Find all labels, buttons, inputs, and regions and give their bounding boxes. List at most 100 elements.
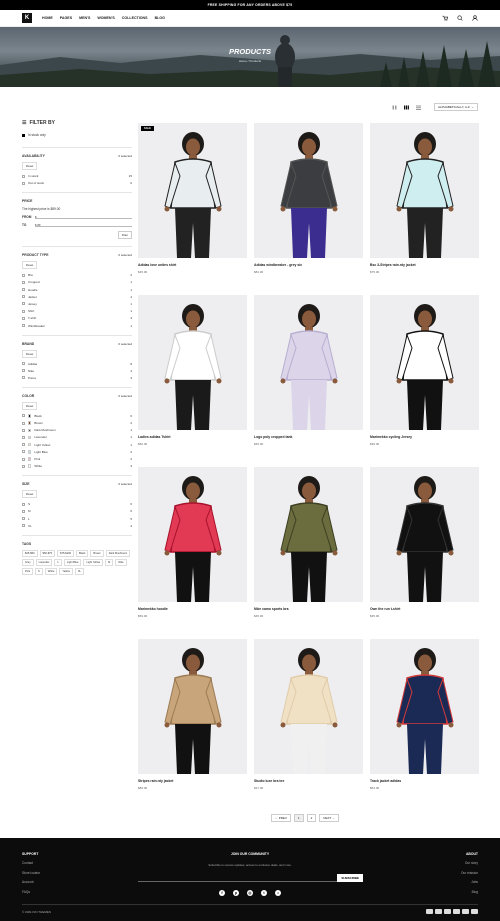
tag-chip[interactable]: $50-$75	[39, 549, 56, 557]
footer-link-store-locator[interactable]: Store locator	[22, 871, 40, 875]
tag-chip[interactable]: Light Blue	[63, 558, 82, 566]
reset-button[interactable]: Reset	[22, 490, 38, 499]
reset-button[interactable]: Reset	[22, 401, 38, 410]
checkbox[interactable]	[22, 174, 25, 178]
subscribe-button[interactable]: SUBSCRIBE	[337, 874, 363, 882]
twitter-icon[interactable]: t	[261, 890, 267, 896]
product-name[interactable]: Stripes rain.rdy jacket	[138, 779, 247, 783]
product-name[interactable]: Bsc 3-Stripes rain.rdy jacket	[370, 263, 479, 267]
checkbox[interactable]	[22, 421, 25, 425]
product-image[interactable]	[370, 467, 479, 602]
product-name[interactable]: Nike camo sports bra	[254, 607, 363, 611]
product-name[interactable]: Studio luxe bra tee	[254, 779, 363, 783]
checkbox[interactable]	[22, 376, 25, 380]
product-image[interactable]	[138, 295, 247, 430]
filter-option[interactable]: Out of stock 0	[22, 181, 132, 185]
product-image[interactable]: SALE	[138, 123, 247, 258]
tag-chip[interactable]: XL	[74, 567, 85, 575]
product-name[interactable]: Adidas love unites shirt	[138, 263, 247, 267]
reset-button[interactable]: Reset	[22, 349, 38, 358]
nav-item-womens[interactable]: WOMEN'S	[97, 16, 114, 20]
tag-chip[interactable]: S	[35, 567, 43, 575]
filter-option[interactable]: T-shirt 3	[22, 316, 132, 320]
checkbox[interactable]	[22, 450, 25, 454]
checkbox[interactable]	[22, 414, 25, 418]
filter-option[interactable]: White 3	[22, 464, 132, 468]
filter-option[interactable]: Lavender 1	[22, 435, 132, 439]
product-card[interactable]: Track jacket adidas $54.00	[370, 639, 479, 811]
product-image[interactable]	[370, 639, 479, 774]
product-image[interactable]	[254, 295, 363, 430]
checkbox[interactable]	[22, 457, 25, 461]
checkbox[interactable]	[22, 309, 25, 313]
filter-option[interactable]: Nike 4	[22, 369, 132, 373]
product-name[interactable]: Ladies adidas Tshirt	[138, 435, 247, 439]
filter-option[interactable]: In stock 15	[22, 174, 132, 178]
checkbox[interactable]	[22, 509, 25, 513]
product-card[interactable]: Stripes rain.rdy jacket $89.00	[138, 639, 247, 811]
checkbox[interactable]	[22, 524, 25, 528]
pinterest-icon[interactable]: p	[233, 890, 239, 896]
product-card[interactable]: Adidas windbreaker - grey six $84.00	[254, 123, 363, 295]
product-image[interactable]	[138, 639, 247, 774]
checkbox[interactable]	[22, 464, 25, 468]
product-name[interactable]: Adidas windbreaker - grey six	[254, 263, 363, 267]
newsletter-email-input[interactable]	[138, 874, 338, 882]
tag-chip[interactable]: Yellow	[59, 567, 73, 575]
checkbox[interactable]	[22, 502, 25, 506]
user-icon[interactable]	[472, 15, 478, 21]
filter-option[interactable]: Light Blue 2	[22, 450, 132, 454]
filter-option[interactable]: Shirt 1	[22, 309, 132, 313]
product-image[interactable]	[254, 123, 363, 258]
filter-option[interactable]: Bra 2	[22, 273, 132, 277]
filter-option[interactable]: Puma 3	[22, 376, 132, 380]
product-image[interactable]	[254, 639, 363, 774]
list-view-icon[interactable]	[416, 105, 421, 110]
reset-button[interactable]: Reset	[22, 261, 38, 270]
tag-chip[interactable]: Lavender	[35, 558, 53, 566]
filter-option[interactable]: Black 6	[22, 414, 132, 418]
filter-option[interactable]: L5	[22, 517, 132, 521]
checkbox[interactable]	[22, 369, 25, 373]
filter-option[interactable]: M6	[22, 509, 132, 513]
tag-chip[interactable]: Brown	[90, 549, 104, 557]
filter-option[interactable]: Dark Mushroom 1	[22, 428, 132, 432]
tag-chip[interactable]: Nike	[115, 558, 127, 566]
footer-link-jobs[interactable]: Jobs	[461, 880, 478, 884]
tag-chip[interactable]: Light Yellow	[83, 558, 104, 566]
sort-select[interactable]: ALPHABETICALLY, A-Z ⌄	[434, 103, 478, 111]
checkbox[interactable]	[22, 316, 25, 320]
tiktok-icon[interactable]: ♫	[275, 890, 281, 896]
product-name[interactable]: Track jacket adidas	[370, 779, 479, 783]
product-image[interactable]	[254, 467, 363, 602]
price-from-input[interactable]: $	[35, 215, 132, 220]
tag-chip[interactable]: Grey	[22, 558, 34, 566]
page-2-button[interactable]: 2	[306, 814, 317, 822]
tag-chip[interactable]: $25-$50	[22, 549, 38, 557]
tag-chip[interactable]: L	[54, 558, 62, 566]
footer-link-contact[interactable]: Contact	[22, 861, 40, 865]
product-name[interactable]: Marimekko cycling Jersey	[370, 435, 479, 439]
footer-link-our-story[interactable]: Our story	[461, 861, 478, 865]
nav-item-blog[interactable]: BLOG	[155, 16, 165, 20]
checkbox[interactable]	[22, 443, 25, 447]
checkbox[interactable]	[22, 302, 25, 306]
logo[interactable]: K	[22, 13, 32, 23]
footer-link-our-mission[interactable]: Our mission	[461, 871, 478, 875]
footer-link-blog[interactable]: Blog	[461, 890, 478, 894]
page-1-button[interactable]: 1	[293, 814, 304, 822]
product-name[interactable]: Logo poly cropped tank	[254, 435, 363, 439]
tag-chip[interactable]: Pink	[22, 567, 34, 575]
filter-option[interactable]: Cropped 1	[22, 280, 132, 284]
next-page-button[interactable]: NEXT →	[319, 814, 340, 822]
checkbox[interactable]	[22, 435, 25, 439]
checkbox[interactable]	[22, 324, 25, 327]
product-card[interactable]: Nike camo sports bra $45.00	[254, 467, 363, 639]
price-to-input[interactable]: $ 89	[35, 223, 132, 228]
checkbox[interactable]	[22, 428, 25, 432]
footer-link-account[interactable]: Account	[22, 880, 40, 884]
filter-option[interactable]: Jersey 1	[22, 302, 132, 306]
tag-chip[interactable]: $75-$100	[57, 549, 75, 557]
filter-option[interactable]: Hoodie 1	[22, 288, 132, 292]
product-image[interactable]	[370, 295, 479, 430]
